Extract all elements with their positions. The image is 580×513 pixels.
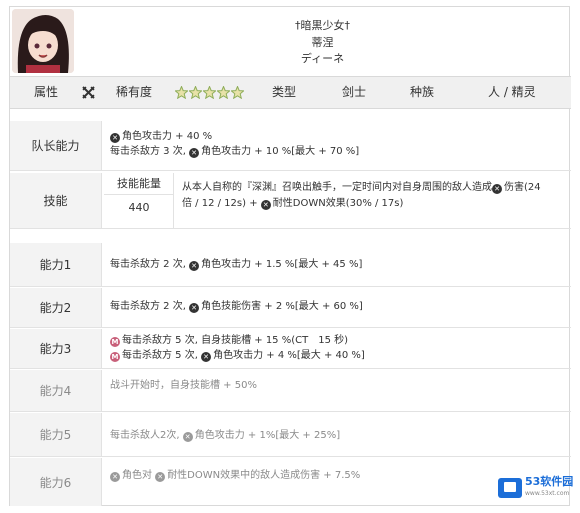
star-icon: [175, 86, 188, 99]
character-name-cn: 蒂涅: [311, 36, 334, 49]
ability2-row: 能力2 每击杀敌方 2 次, ✕ 角色技能伤害 + 2 %[最大 + 60 %]: [10, 288, 571, 328]
skill-energy-label: 技能能量: [104, 173, 174, 195]
rarity-label: 稀有度: [116, 85, 153, 99]
ability5-row: 能力5 每击杀敌人2次, ✕ 角色攻击力 + 1%[最大 + 25%]: [10, 413, 571, 457]
character-avatar: [12, 9, 74, 73]
skill-label: 技能: [10, 173, 102, 228]
crossed-swords-icon: ✕: [110, 133, 120, 143]
race-value: 人 / 精灵: [488, 85, 536, 99]
crossed-swords-icon: ✕: [201, 352, 212, 362]
ability3-row: 能力3 M 每击杀敌方 5 次, 自身技能槽 + 15 %(CT 15 秒) M每…: [10, 329, 571, 369]
ability5-text: 每击杀敌人2次, ✕ 角色攻击力 + 1%[最大 + 25%]: [110, 430, 341, 442]
star-icon: [203, 86, 216, 99]
skill-text: 从本人自称的『深渊』召唤出触手，一定时间内对自身周围的敌人造成 ✕ 伤害(24 倍 …: [182, 182, 541, 210]
ability2-label: 能力2: [10, 288, 102, 327]
ability6-row: 能力6 ✕ 角色对 ✕ 耐性DOWN效果中的敌人造成伤害 + 7.5%: [10, 458, 571, 506]
ability3-label: 能力3: [10, 329, 102, 368]
ability1-text: 每击杀敌方 2 次, ✕ 角色攻击力 + 1.5 %[最大 + 45 %]: [110, 259, 363, 271]
ability1-row: 能力1 每击杀敌方 2 次, ✕ 角色攻击力 + 1.5 %[最大 + 45 %]: [10, 243, 571, 287]
ability4-text: 战斗开始时，自身技能槽 + 50%: [110, 380, 257, 391]
leader-ability-label: 队长能力: [10, 121, 102, 170]
ability4-row: 能力4 战斗开始时，自身技能槽 + 50%: [10, 370, 571, 412]
rarity-stars: [175, 86, 244, 100]
crossed-swords-icon: ✕: [189, 148, 200, 158]
type-label: 类型: [272, 85, 297, 99]
leader-ability-text: ✕ 角色攻击力 + 40 % 每击杀敌方 3 次, ✕ 角色攻击力 + 10 %[最…: [110, 131, 360, 158]
star-icon: [217, 86, 230, 99]
star-icon: [189, 86, 202, 99]
ability3-text: M 每击杀敌方 5 次, 自身技能槽 + 15 %(CT 15 秒) M 每击杀敌方…: [110, 335, 365, 362]
ability5-label: 能力5: [10, 413, 102, 456]
leader-ability-row: 队长能力 ✕ 角色攻击力 + 40 % 每击杀敌方 3 次, ✕ 角色攻击力 + 1…: [10, 121, 571, 171]
attribute-label: 属性: [34, 85, 59, 99]
watermark-brand: 53软件园: [525, 475, 574, 488]
crossed-swords-icon: [82, 86, 95, 100]
crossed-swords-icon: ✕: [155, 472, 166, 482]
badge-icon: M: [110, 337, 120, 347]
character-name-jp: ディーネ: [300, 52, 345, 65]
crossed-swords-icon: ✕: [182, 432, 193, 442]
crossed-swords-icon: ✕: [110, 472, 120, 482]
ability2-text: 每击杀敌方 2 次, ✕ 角色技能伤害 + 2 %[最大 + 60 %]: [110, 301, 363, 313]
ability4-label: 能力4: [10, 370, 102, 411]
crossed-swords-icon: ✕: [189, 303, 200, 313]
crossed-swords-icon: ✕: [260, 200, 271, 210]
race-label: 种族: [410, 85, 435, 99]
crossed-swords-icon: ✕: [189, 261, 200, 271]
type-value: 剑士: [342, 85, 367, 99]
crossed-swords-icon: ✕: [492, 184, 502, 194]
skill-row: 技能 技能能量 440 从本人自称的『深渊』召唤出触手，一定时间内对自身周围的敌…: [10, 173, 571, 229]
character-info-table: †暗黒少女† 蒂涅 ディーネ 属性 稀有度 类型 剑士 种族 人 / 精灵 队长…: [9, 6, 571, 506]
star-icon: [231, 86, 244, 99]
character-title: †暗黒少女†: [295, 19, 350, 32]
ability6-text: ✕ 角色对 ✕ 耐性DOWN效果中的敌人造成伤害 + 7.5%: [110, 468, 360, 483]
skill-energy-box: 技能能量 440: [104, 173, 174, 228]
attribute-row: 属性 稀有度 类型 剑士 种族 人 / 精灵: [10, 77, 571, 109]
skill-energy-value: 440: [128, 201, 150, 214]
badge-icon: M: [110, 352, 120, 362]
ability6-label: 能力6: [10, 458, 102, 506]
character-header: †暗黒少女† 蒂涅 ディーネ: [10, 7, 571, 77]
ability1-label: 能力1: [10, 243, 102, 286]
watermark-url: www.53xt.com: [525, 490, 570, 497]
site-watermark: 53软件园 www.53xt.com: [498, 475, 574, 501]
site-logo-icon: [498, 478, 522, 498]
